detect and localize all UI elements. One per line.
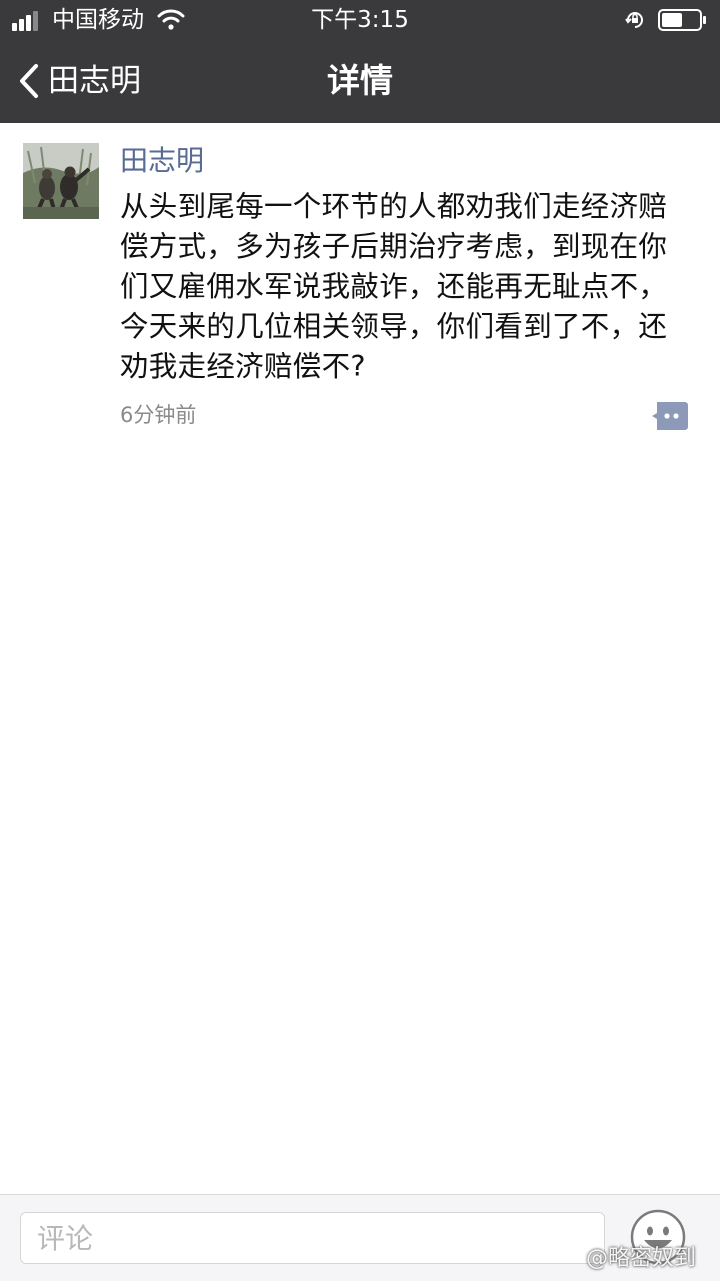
author-name[interactable]: 田志明 [120,143,204,179]
comment-icon[interactable] [652,402,688,430]
post-content: 从头到尾每一个环节的人都劝我们走经济赔偿方式，多为孩子后期治疗考虑，到现在你们又… [120,190,668,383]
nav-bar: 田志明 详情 [0,40,720,123]
status-time: 下午3:15 [311,7,409,33]
page-title: 详情 [327,61,393,100]
battery-icon [658,9,706,31]
comment-input[interactable] [20,1212,605,1264]
rotation-lock-icon [625,12,643,28]
avatar[interactable] [23,143,99,219]
status-bar: 中国移动 下午3:15 [0,0,720,40]
watermark-text: @略密奴到 [586,1246,697,1271]
post-time: 6分钟前 [120,403,197,427]
